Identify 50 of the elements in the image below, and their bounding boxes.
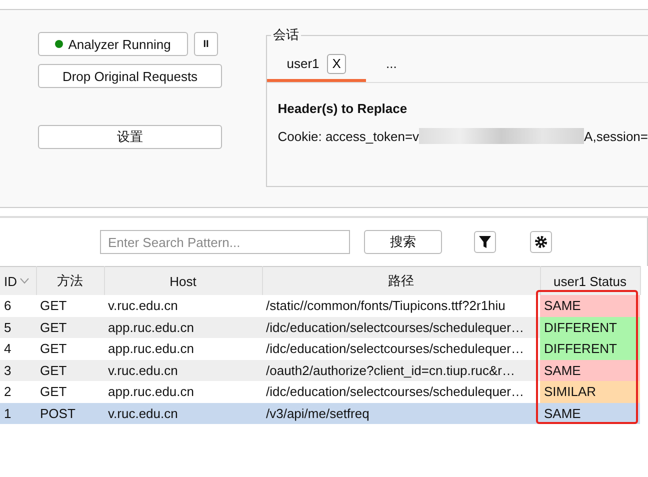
table-cell: GET	[36, 316, 104, 338]
table-cell: GET	[36, 338, 104, 360]
table-cell: 4	[0, 338, 36, 360]
table-cell: app.ruc.edu.cn	[104, 316, 262, 338]
table-cell: POST	[36, 402, 104, 424]
column-header[interactable]: user1 Status	[540, 266, 640, 295]
table-cell: 1	[0, 402, 36, 424]
table-cell: /idc/education/selectcourses/schedulequer…	[262, 381, 540, 402]
column-header[interactable]: 路径	[262, 266, 540, 295]
pause-button[interactable]: II	[194, 32, 218, 56]
status-cell: SAME	[540, 295, 640, 316]
status-cell: SAME	[540, 360, 640, 381]
column-header[interactable]: Host	[104, 266, 262, 295]
table-cell: v.ruc.edu.cn	[104, 402, 262, 424]
search-field[interactable]: Enter Search Pattern...	[100, 230, 350, 254]
status-cell: SIMILAR	[540, 381, 640, 402]
cookie-text: Cookie: access_token=v	[278, 128, 420, 144]
settings-button[interactable]: 设置	[38, 125, 222, 149]
filter-icon[interactable]	[474, 231, 496, 253]
status-cell: DIFFERENT	[540, 316, 640, 338]
table-cell: 2	[0, 381, 36, 402]
table-cell: v.ruc.edu.cn	[104, 360, 262, 381]
table-cell: GET	[36, 360, 104, 381]
table-cell: 5	[0, 316, 36, 338]
table-cell: app.ruc.edu.cn	[104, 338, 262, 360]
settings-icon[interactable]	[530, 231, 552, 253]
search-button[interactable]: 搜索	[364, 230, 442, 254]
table-cell: GET	[36, 381, 104, 402]
sort-chevron-icon	[20, 278, 29, 284]
drop-requests-button[interactable]: Drop Original Requests	[38, 64, 222, 88]
table-cell: /idc/education/selectcourses/schedulequer…	[262, 316, 540, 338]
session-tab[interactable]: user1 X	[266, 48, 366, 82]
table-cell: /v3/api/me/setfreq	[262, 402, 540, 424]
group-legend: 会话	[270, 26, 301, 44]
table-cell: GET	[36, 295, 104, 316]
analyzer-status-button[interactable]: Analyzer Running	[38, 32, 188, 56]
table-cell: app.ruc.edu.cn	[104, 381, 262, 402]
status-cell: DIFFERENT	[540, 338, 640, 360]
close-tab-button[interactable]: X	[327, 54, 346, 74]
table-cell: v.ruc.edu.cn	[104, 295, 262, 316]
column-header[interactable]: ID	[4, 274, 17, 288]
table-cell: /oauth2/authorize?client_id=cn.tiup.ruc&r…	[262, 360, 540, 381]
table-cell: 3	[0, 360, 36, 381]
table-cell: /static//common/fonts/Tiupicons.ttf?2r1hiu	[262, 295, 540, 316]
table-cell: 6	[0, 295, 36, 316]
session-tab[interactable]: ...	[366, 48, 417, 82]
section-title: Header(s) to Replace	[278, 101, 408, 116]
column-header[interactable]: 方法	[36, 266, 104, 295]
table-cell: /idc/education/selectcourses/schedulequer…	[262, 338, 540, 360]
cookie-text: A,session=	[584, 128, 648, 144]
